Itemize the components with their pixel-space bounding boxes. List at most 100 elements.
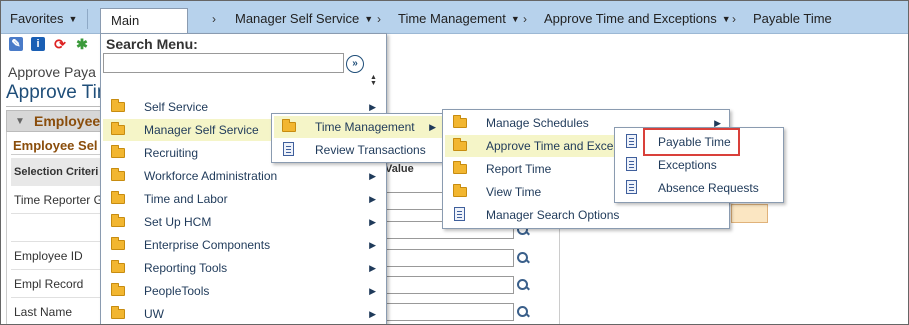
breadcrumb-time-management[interactable]: Time Management ▼ [398,1,520,34]
folder-icon [111,145,125,158]
search-menu-input[interactable] [103,53,344,73]
menu-item-workforce-administration[interactable]: Workforce Administration ▶ [103,165,382,187]
menu-item-reporting-tools[interactable]: Reporting Tools ▶ [103,257,382,279]
caret-down-icon: ▼ [721,14,731,24]
last-name-input[interactable] [385,303,514,321]
menu-item-time-management[interactable]: Time Management ▶ [274,116,442,138]
document-icon [626,157,637,171]
folder-icon [453,184,467,197]
info-icon[interactable]: i [31,37,45,51]
app-window: ✎ i ⟳ ✱ Approve Paya Approve Tim ▼ Emplo… [0,0,909,325]
caret-down-icon: ▼ [68,14,78,24]
breadcrumb-separator: › [377,12,381,26]
menu-item-label: Enterprise Components [144,238,271,252]
submenu-arrow-icon: ▶ [369,171,376,181]
mss-submenu: Time Management ▶ Review Transactions [271,113,445,163]
column-header-criteria: Selection Criteri [11,158,103,186]
menu-item-label: Time and Labor [144,192,228,206]
menu-item-time-and-labor[interactable]: Time and Labor ▶ [103,188,382,210]
search-menu-label: Search Menu: [106,36,198,52]
menu-item-label: Manage Schedules [486,116,589,130]
menu-item-label: PeopleTools [144,284,210,298]
edit-icon[interactable]: ✎ [9,37,23,51]
menu-item-label: Exceptions [658,158,717,172]
criteria-row: Employee ID [11,242,103,270]
menu-item-label: Report Time [486,162,552,176]
page-title: Approve Tim [6,82,113,103]
criteria-row: Empl Record [11,270,103,298]
menu-item-absence-requests[interactable]: Absence Requests [617,177,781,199]
submenu-arrow-icon: ▶ [369,263,376,273]
menu-item-label: Manager Search Options [486,208,620,222]
breadcrumb-payable-time[interactable]: Payable Time [753,1,832,34]
collapse-triangle-icon[interactable]: ▼ [15,116,25,127]
menu-item-uw[interactable]: UW ▶ [103,303,382,324]
divider [87,9,88,29]
folder-icon [453,161,467,174]
breadcrumb-label: Payable Time [753,11,832,26]
folder-icon [453,138,467,151]
action-button[interactable] [731,204,768,223]
menu-item-exceptions[interactable]: Exceptions [617,154,781,176]
folder-icon [111,214,125,227]
menu-item-review-transactions[interactable]: Review Transactions [274,139,442,161]
sort-icon[interactable]: ▲ ▼ [370,74,377,87]
main-menu-button[interactable]: Main Menu▼ [100,8,188,52]
menu-item-label: Approve Time and Exce [486,139,614,153]
submenu-arrow-icon: ▶ [369,194,376,204]
divider [6,106,101,107]
menu-item-label: View Time [486,185,542,199]
section-title: Employee [34,113,101,129]
menu-item-enterprise-components[interactable]: Enterprise Components ▶ [103,234,382,256]
search-go-icon[interactable]: » [346,55,364,73]
criteria-row: Time Reporter G [11,186,103,214]
folder-icon [453,115,467,128]
breadcrumb-label: Approve Time and Exceptions [544,11,717,26]
favorites-label: Favorites [10,11,64,26]
subsection-title: Employee Sel [13,138,98,153]
divider [11,154,101,155]
employee-section-header[interactable]: ▼ Employee [6,110,101,132]
submenu-arrow-icon: ▶ [369,240,376,250]
menu-item-label: Recruiting [144,146,199,160]
document-icon [626,134,637,148]
breadcrumb-separator: › [732,12,736,26]
refresh-icon[interactable]: ⟳ [53,37,67,51]
menu-item-set-up-hcm[interactable]: Set Up HCM ▶ [103,211,382,233]
folder-icon [111,283,125,296]
empl-record-input[interactable] [385,276,514,294]
menu-item-label: Absence Requests [658,181,759,195]
menu-item-label: Reporting Tools [144,261,228,275]
main-menu-dropdown: Search Menu: » ▲ ▼ Self Service ▶ Manager S… [100,33,387,324]
menu-item-manager-search-options[interactable]: Manager Search Options [445,204,727,226]
menu-item-label: Set Up HCM [144,215,212,229]
submenu-arrow-icon: ▶ [369,309,376,319]
folder-icon [111,99,125,112]
menu-item-label: Workforce Administration [144,169,278,183]
criteria-row [11,214,103,242]
menu-item-label: Time Management [315,120,415,134]
lookup-icon[interactable] [516,278,530,292]
menu-item-label: Manager Self Service [144,123,259,137]
employee-id-input[interactable] [385,249,514,267]
document-icon [626,180,637,194]
favorites-menu[interactable]: Favorites ▼ [10,1,77,34]
breadcrumb-approve-time[interactable]: Approve Time and Exceptions ▼ [544,1,731,34]
breadcrumb-manager-self-service[interactable]: Manager Self Service ▼ [235,1,373,34]
criteria-row: Last Name [11,298,103,324]
folder-icon [111,168,125,181]
lookup-icon[interactable] [516,251,530,265]
menu-item-label: UW [144,307,164,321]
folder-icon [111,191,125,204]
folder-icon [111,260,125,273]
document-icon [283,142,294,156]
submenu-arrow-icon: ▶ [369,286,376,296]
menu-item-label: Self Service [144,100,209,114]
menu-item-peopletools[interactable]: PeopleTools ▶ [103,280,382,302]
caret-down-icon: ▼ [510,14,520,24]
folder-icon [111,306,125,319]
gear-icon[interactable]: ✱ [75,37,89,51]
breadcrumb-label: Manager Self Service [235,11,360,26]
folder-icon [282,119,296,132]
lookup-icon[interactable] [516,305,530,319]
